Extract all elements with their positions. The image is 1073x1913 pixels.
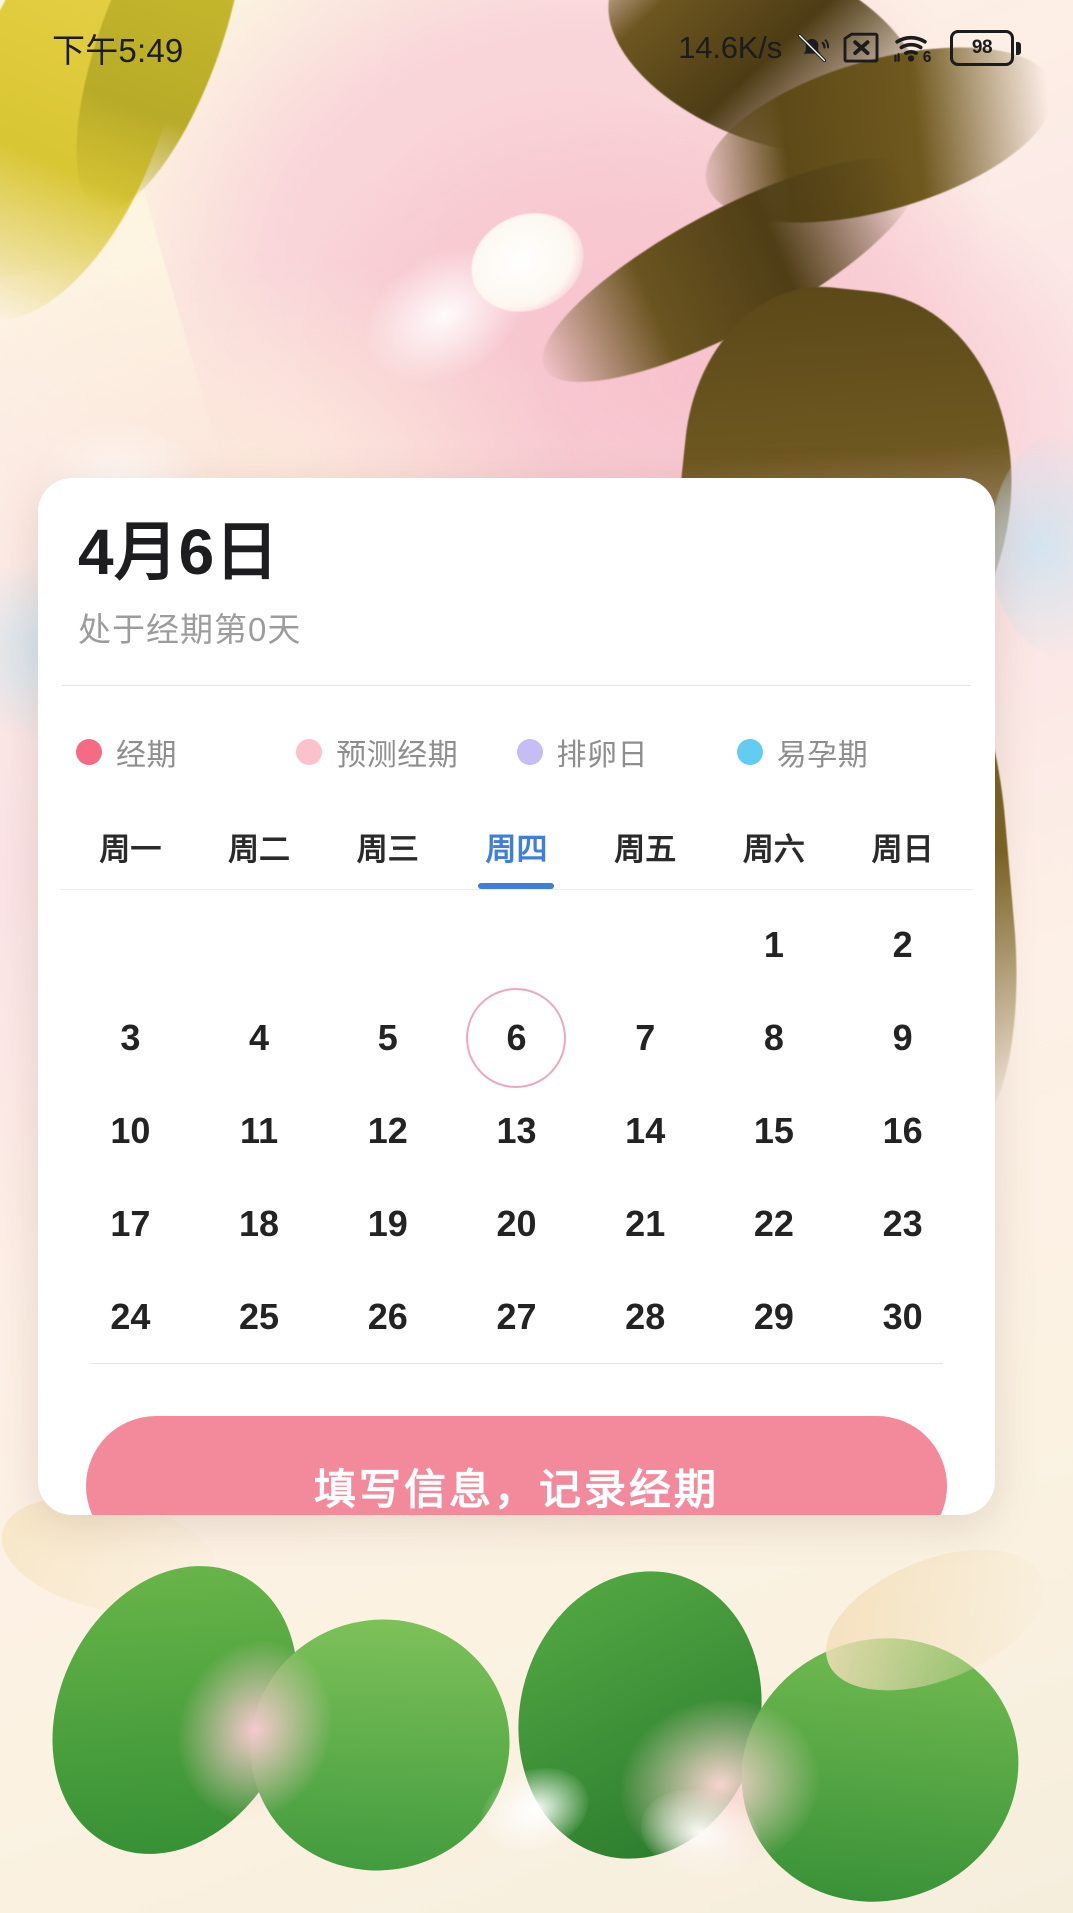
status-bar: 下午5:49 14.6K/s 6 98 <box>0 0 1073 96</box>
record-period-button[interactable]: 填写信息，记录经期 <box>86 1416 947 1515</box>
weekday-7[interactable]: 周日 <box>838 824 967 889</box>
legend-row: 经期 预测经期 排卵日 易孕期 <box>38 686 995 774</box>
calendar-day-12[interactable]: 12 <box>323 1084 452 1177</box>
phone-screen: 下午5:49 14.6K/s 6 98 4月6日 处于经期第0天 经期 预测经期… <box>0 0 1073 1913</box>
cta-container: 填写信息，记录经期 <box>38 1364 995 1515</box>
calendar-day-28[interactable]: 28 <box>581 1270 710 1363</box>
legend-label-predicted-period: 预测经期 <box>336 739 459 773</box>
calendar-day-27[interactable]: 27 <box>452 1270 581 1363</box>
weekday-5[interactable]: 周五 <box>581 824 710 889</box>
weekday-1[interactable]: 周一 <box>66 824 195 889</box>
calendar-day-18[interactable]: 18 <box>195 1177 324 1270</box>
legend-item-period: 经期 <box>76 730 296 774</box>
legend-item-predicted-period: 预测经期 <box>296 730 516 774</box>
svg-text:6: 6 <box>923 49 932 65</box>
weekday-4[interactable]: 周四 <box>452 824 581 889</box>
legend-label-fertile-window: 易孕期 <box>776 739 869 773</box>
calendar-day-grid: 1 2 3 4 5 6 7 8 9 10 11 12 13 14 15 16 17 18 19 20 21 22 23 24 2… <box>38 890 995 1363</box>
calendar-day-3[interactable]: 3 <box>66 991 195 1084</box>
status-bar-icons: 14.6K/s 6 98 <box>678 30 1021 66</box>
legend-item-fertile-window: 易孕期 <box>736 730 957 774</box>
legend-dot-fertile-window <box>736 739 763 766</box>
status-time: 下午5:49 <box>52 32 184 69</box>
calendar-day-2[interactable]: 2 <box>838 898 967 991</box>
legend-item-ovulation-day: 排卵日 <box>516 730 737 774</box>
calendar-day-empty <box>581 898 710 991</box>
calendar-day-14[interactable]: 14 <box>581 1084 710 1177</box>
calendar-day-6[interactable]: 6 <box>452 991 581 1084</box>
calendar-day-26[interactable]: 26 <box>323 1270 452 1363</box>
card-header: 4月6日 处于经期第0天 <box>38 478 995 651</box>
weekday-3[interactable]: 周三 <box>323 824 452 889</box>
battery-level-text: 98 <box>950 30 1014 66</box>
calendar-day-15[interactable]: 15 <box>710 1084 839 1177</box>
battery-icon: 98 <box>950 30 1021 66</box>
calendar-day-24[interactable]: 24 <box>66 1270 195 1363</box>
legend-label-period: 经期 <box>116 739 177 773</box>
network-speed-text: 14.6K/s <box>678 30 782 65</box>
calendar-day-empty <box>452 898 581 991</box>
calendar-day-8[interactable]: 8 <box>710 991 839 1084</box>
calendar-day-empty <box>195 898 324 991</box>
calendar-day-22[interactable]: 22 <box>710 1177 839 1270</box>
weekday-2[interactable]: 周二 <box>195 824 324 889</box>
calendar-day-20[interactable]: 20 <box>452 1177 581 1270</box>
legend-dot-predicted-period <box>296 739 323 766</box>
period-tracker-card: 4月6日 处于经期第0天 经期 预测经期 排卵日 易孕期 周一 周二 周三 周四 周五周… <box>38 478 995 1515</box>
calendar-day-10[interactable]: 10 <box>66 1084 195 1177</box>
calendar-day-23[interactable]: 23 <box>838 1177 967 1270</box>
calendar-day-29[interactable]: 29 <box>710 1270 839 1363</box>
calendar-day-empty <box>323 898 452 991</box>
calendar-day-30[interactable]: 30 <box>838 1270 967 1363</box>
weekday-header-row: 周一 周二 周三 周四 周五 周六 周日 <box>38 824 995 889</box>
calendar-day-17[interactable]: 17 <box>66 1177 195 1270</box>
calendar-day-5[interactable]: 5 <box>323 991 452 1084</box>
legend-dot-period <box>76 739 102 766</box>
legend-dot-ovulation-day <box>516 739 543 766</box>
calendar-day-25[interactable]: 25 <box>195 1270 324 1363</box>
calendar-day-empty <box>66 898 195 991</box>
weekday-6[interactable]: 周六 <box>710 824 839 889</box>
calendar-day-13[interactable]: 13 <box>452 1084 581 1177</box>
calendar-day-11[interactable]: 11 <box>195 1084 324 1177</box>
calendar-day-9[interactable]: 9 <box>838 991 967 1084</box>
sim-card-off-icon <box>842 32 880 64</box>
calendar-day-4[interactable]: 4 <box>195 991 324 1084</box>
calendar-day-7[interactable]: 7 <box>581 991 710 1084</box>
legend-label-ovulation-day: 排卵日 <box>556 739 648 773</box>
wifi-6-icon: 6 <box>893 31 937 65</box>
calendar-day-16[interactable]: 16 <box>838 1084 967 1177</box>
calendar-day-21[interactable]: 21 <box>581 1177 710 1270</box>
page-title: 4月6日 <box>78 516 280 588</box>
calendar-day-19[interactable]: 19 <box>323 1177 452 1270</box>
mute-bell-icon <box>795 31 829 65</box>
cycle-status-text: 处于经期第0天 <box>78 611 302 649</box>
calendar-day-1[interactable]: 1 <box>710 898 839 991</box>
